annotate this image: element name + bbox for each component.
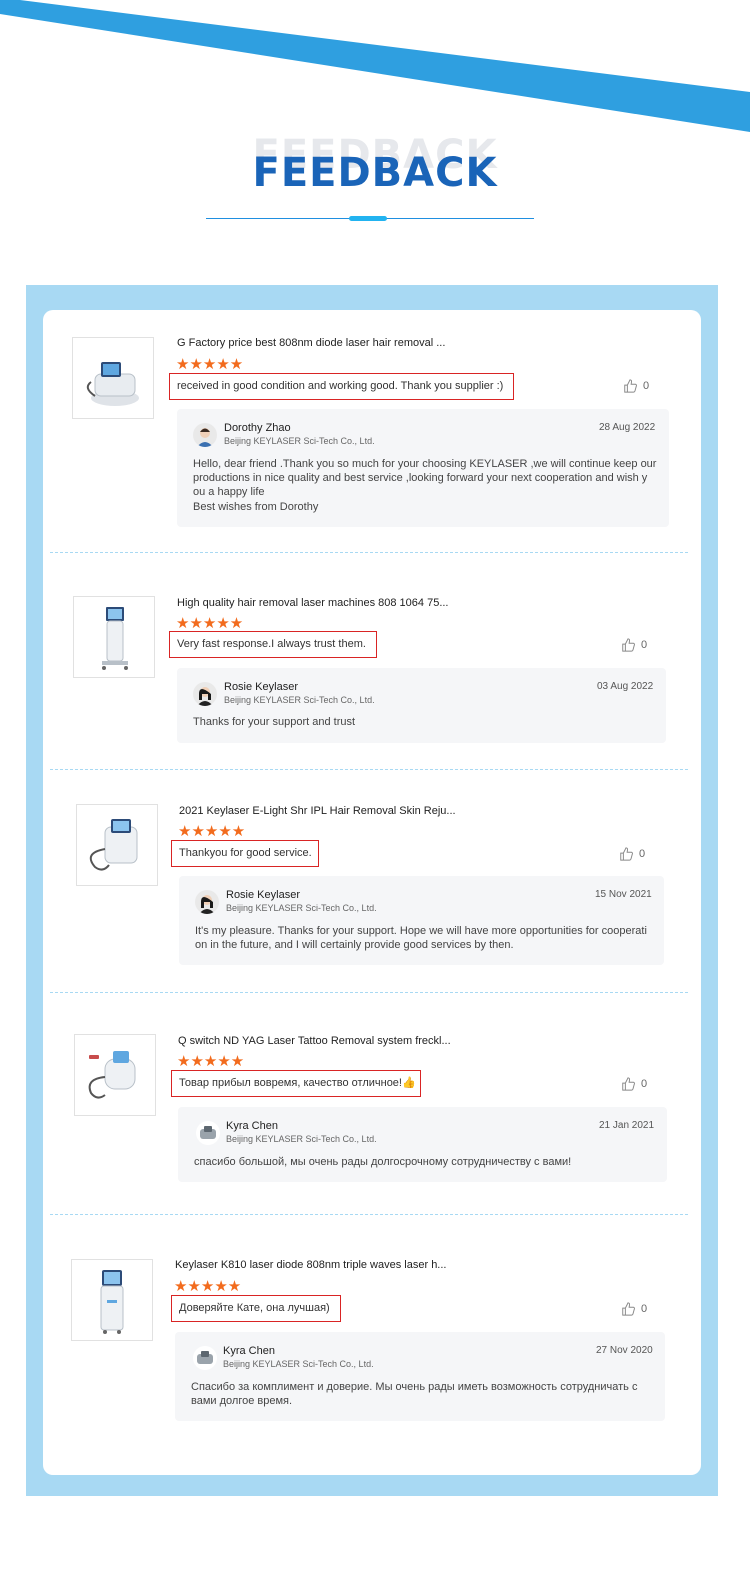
product-thumbnail[interactable]: [74, 1034, 156, 1116]
like-count: 0: [639, 848, 646, 860]
reply-date: 03 Aug 2022: [597, 681, 654, 692]
review-comment: Товар прибыл вовремя, качество отличное!…: [171, 1070, 421, 1097]
avatar: [195, 890, 219, 914]
review-divider: [50, 769, 688, 770]
seller-reply: Rosie Keylaser Beijing KEYLASER Sci-Tech…: [177, 668, 666, 743]
review-divider: [50, 1214, 688, 1215]
laser-machine-image: [102, 607, 128, 670]
reply-author-name: Rosie Keylaser: [224, 681, 298, 693]
reply-author-name: Kyra Chen: [226, 1120, 278, 1132]
reply-author-company: Beijing KEYLASER Sci-Tech Co., Ltd.: [224, 436, 375, 446]
seller-reply: Dorothy Zhao Beijing KEYLASER Sci-Tech C…: [177, 409, 669, 527]
rating-stars: ★★★★★: [176, 615, 244, 632]
reply-date: 27 Nov 2020: [596, 1345, 653, 1356]
like-button[interactable]: 0: [621, 1302, 647, 1316]
avatar: [193, 682, 217, 706]
reply-text-line: on in the future, and I will certainly p…: [195, 939, 514, 951]
laser-machine-image: [89, 819, 138, 871]
seller-reply: Kyra Chen Beijing KEYLASER Sci-Tech Co.,…: [178, 1107, 667, 1182]
avatar: [193, 1346, 217, 1370]
review-divider: [50, 552, 688, 553]
review-comment: Thankyou for good service.: [171, 840, 319, 867]
like-count: 0: [641, 639, 648, 651]
seller-reply: Kyra Chen Beijing KEYLASER Sci-Tech Co.,…: [175, 1332, 665, 1421]
feedback-heading-title: FEEDBACK: [252, 150, 498, 196]
reply-author-company: Beijing KEYLASER Sci-Tech Co., Ltd.: [224, 695, 375, 705]
like-button[interactable]: 0: [619, 847, 645, 861]
product-title[interactable]: G Factory price best 808nm diode laser h…: [177, 337, 445, 349]
reply-text-line: вами долгое время.: [191, 1395, 293, 1407]
product-thumbnail[interactable]: [71, 1259, 153, 1341]
like-count: 0: [641, 1303, 648, 1315]
reply-date: 21 Jan 2021: [599, 1120, 655, 1131]
heading-underline-accent: [349, 216, 387, 221]
product-thumbnail[interactable]: [76, 804, 158, 886]
avatar: [196, 1121, 220, 1145]
feedback-heading: FEEDBACK FEEDBACK: [0, 130, 750, 200]
reply-text-line: productions in nice quality and best ser…: [193, 472, 648, 484]
thumbs-up-icon: [624, 379, 637, 393]
reply-text-line: Thanks for your support and trust: [193, 716, 356, 728]
reply-text-line: ou a happy life: [193, 486, 265, 498]
reply-author-name: Dorothy Zhao: [224, 422, 291, 434]
product-title[interactable]: Q switch ND YAG Laser Tattoo Removal sys…: [178, 1035, 451, 1047]
thumbs-up-icon: [622, 1302, 635, 1316]
product-title[interactable]: 2021 Keylaser E-Light Shr IPL Hair Remov…: [179, 805, 456, 817]
reply-text-line: It's my pleasure. Thanks for your suppor…: [195, 925, 647, 937]
reply-text-line: Hello, dear friend .Thank you so much fo…: [193, 458, 657, 470]
top-decorative-stripe: [0, 0, 750, 132]
reply-author-name: Rosie Keylaser: [226, 889, 300, 901]
review-comment: Very fast response.I always trust them.: [169, 631, 377, 658]
reply-text-line: Спасибо за комплимент и доверие. Мы очен…: [191, 1381, 638, 1393]
product-title[interactable]: High quality hair removal laser machines…: [177, 597, 448, 609]
product-thumbnail[interactable]: [73, 596, 155, 678]
product-thumbnail[interactable]: [72, 337, 154, 419]
review-divider: [50, 992, 688, 993]
rating-stars: ★★★★★: [176, 356, 244, 373]
laser-machine-image: [100, 1270, 124, 1334]
review-comment: Доверяйте Кате, она лучшая): [171, 1295, 341, 1322]
rating-stars: ★★★★★: [178, 823, 246, 840]
reply-author-company: Beijing KEYLASER Sci-Tech Co., Ltd.: [226, 903, 377, 913]
reply-text-line: Best wishes from Dorothy: [193, 501, 319, 513]
thumbs-up-icon: [622, 1077, 635, 1091]
reply-author-company: Beijing KEYLASER Sci-Tech Co., Ltd.: [223, 1359, 374, 1369]
laser-machine-image: [86, 362, 139, 406]
reply-date: 15 Nov 2021: [595, 889, 652, 900]
thumbs-up-icon: [622, 638, 635, 652]
reply-author-company: Beijing KEYLASER Sci-Tech Co., Ltd.: [226, 1134, 377, 1144]
laser-machine-image: [88, 1051, 136, 1099]
like-count: 0: [643, 380, 650, 392]
like-button[interactable]: 0: [623, 379, 649, 393]
reply-text-line: спасибо большой, мы очень рады долгосроч…: [194, 1156, 572, 1168]
like-button[interactable]: 0: [621, 1077, 647, 1091]
product-title[interactable]: Keylaser K810 laser diode 808nm triple w…: [175, 1259, 446, 1271]
thumbs-up-icon: [620, 847, 633, 861]
reply-date: 28 Aug 2022: [599, 422, 656, 433]
seller-reply: Rosie Keylaser Beijing KEYLASER Sci-Tech…: [179, 876, 664, 965]
avatar: [193, 423, 217, 447]
rating-stars: ★★★★★: [177, 1053, 245, 1070]
reply-author-name: Kyra Chen: [223, 1345, 275, 1357]
rating-stars: ★★★★★: [174, 1278, 242, 1295]
like-count: 0: [641, 1078, 648, 1090]
review-comment: received in good condition and working g…: [169, 373, 514, 400]
like-button[interactable]: 0: [621, 638, 647, 652]
